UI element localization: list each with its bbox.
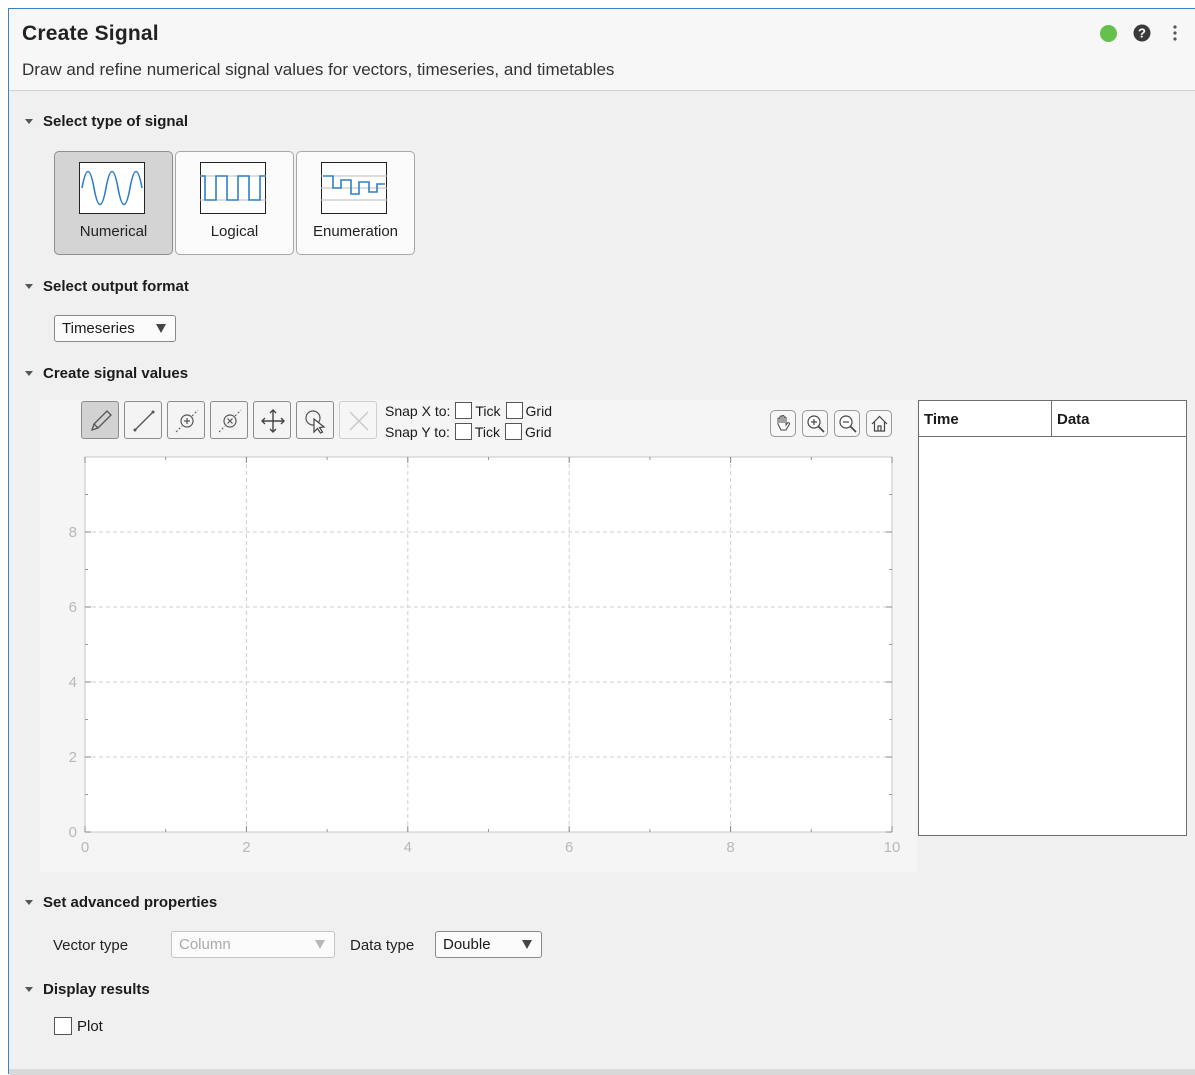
table-header-time: Time (919, 401, 1052, 436)
x-tick-label: 6 (565, 839, 573, 856)
svg-text:?: ? (1138, 26, 1146, 41)
x-tick-label: 4 (404, 839, 412, 856)
more-options-icon[interactable] (1171, 23, 1179, 43)
section-signal-values-label: Create signal values (43, 365, 189, 382)
section-advanced[interactable]: Set advanced properties (22, 894, 217, 911)
vector-type-label: Vector type (53, 937, 129, 954)
vector-type-dropdown: Column (171, 931, 335, 958)
section-signal-type[interactable]: Select type of signal (22, 113, 188, 130)
collapse-caret-icon (25, 987, 33, 992)
section-advanced-label: Set advanced properties (43, 894, 218, 911)
signal-type-enumeration-label: Enumeration (312, 223, 399, 240)
y-tick-label: 0 (69, 824, 77, 841)
create-signal-panel: Create Signal Draw and refine numerical … (8, 8, 1195, 1075)
y-tick-label: 4 (69, 674, 77, 691)
signal-chart[interactable]: 0 2 4 6 8 10 0 2 4 6 8 (40, 400, 917, 872)
signal-data-table[interactable]: Time Data (918, 400, 1187, 836)
plot-label: Plot (77, 1017, 103, 1035)
x-tick-label: 8 (726, 839, 734, 856)
table-header: Time Data (919, 401, 1186, 437)
status-indicator-icon (1100, 25, 1117, 42)
dropdown-arrow-icon (156, 324, 166, 333)
data-type-dropdown[interactable]: Double (435, 931, 542, 958)
section-output-format-label: Select output format (43, 278, 189, 295)
plot-checkbox[interactable] (54, 1017, 72, 1035)
bottom-scrollbar[interactable] (9, 1069, 1195, 1075)
signal-editor: Snap X to: Tick Grid Snap Y to: Tick Gri… (40, 400, 917, 872)
signal-type-enumeration-button[interactable]: Enumeration (296, 151, 415, 255)
output-format-value: Timeseries (62, 320, 135, 337)
section-signal-type-label: Select type of signal (43, 113, 189, 130)
section-results[interactable]: Display results (22, 981, 150, 998)
y-tick-label: 2 (69, 749, 77, 766)
dropdown-arrow-icon (315, 940, 325, 949)
output-format-dropdown[interactable]: Timeseries (54, 315, 176, 342)
collapse-caret-icon (25, 284, 33, 289)
square-wave-icon (200, 162, 266, 214)
page-subtitle: Draw and refine numerical signal values … (22, 60, 615, 79)
collapse-caret-icon (25, 119, 33, 124)
step-wave-icon (321, 162, 387, 214)
plot-area[interactable] (84, 456, 893, 833)
page-title: Create Signal (22, 22, 159, 45)
panel-header: Create Signal Draw and refine numerical … (9, 9, 1195, 91)
signal-type-logical-button[interactable]: Logical (175, 151, 294, 255)
y-tick-label: 6 (69, 599, 77, 616)
plot-option[interactable]: Plot (54, 1017, 103, 1035)
collapse-caret-icon (25, 371, 33, 376)
collapse-caret-icon (25, 900, 33, 905)
signal-type-numerical-label: Numerical (79, 223, 148, 240)
vector-type-value: Column (179, 936, 231, 953)
dropdown-arrow-icon (522, 940, 532, 949)
data-type-value: Double (443, 936, 491, 953)
signal-type-numerical-button[interactable]: Numerical (54, 151, 173, 255)
table-header-data: Data (1057, 411, 1090, 428)
y-tick-label: 8 (69, 524, 77, 541)
x-tick-label: 0 (81, 839, 89, 856)
section-signal-values[interactable]: Create signal values (22, 365, 188, 382)
data-type-label: Data type (350, 937, 415, 954)
x-tick-label: 10 (884, 839, 901, 856)
signal-type-logical-label: Logical (210, 223, 259, 240)
x-tick-label: 2 (242, 839, 250, 856)
section-results-label: Display results (43, 981, 150, 998)
sine-wave-icon (79, 162, 145, 214)
help-icon[interactable]: ? (1133, 24, 1151, 42)
section-output-format[interactable]: Select output format (22, 278, 189, 295)
